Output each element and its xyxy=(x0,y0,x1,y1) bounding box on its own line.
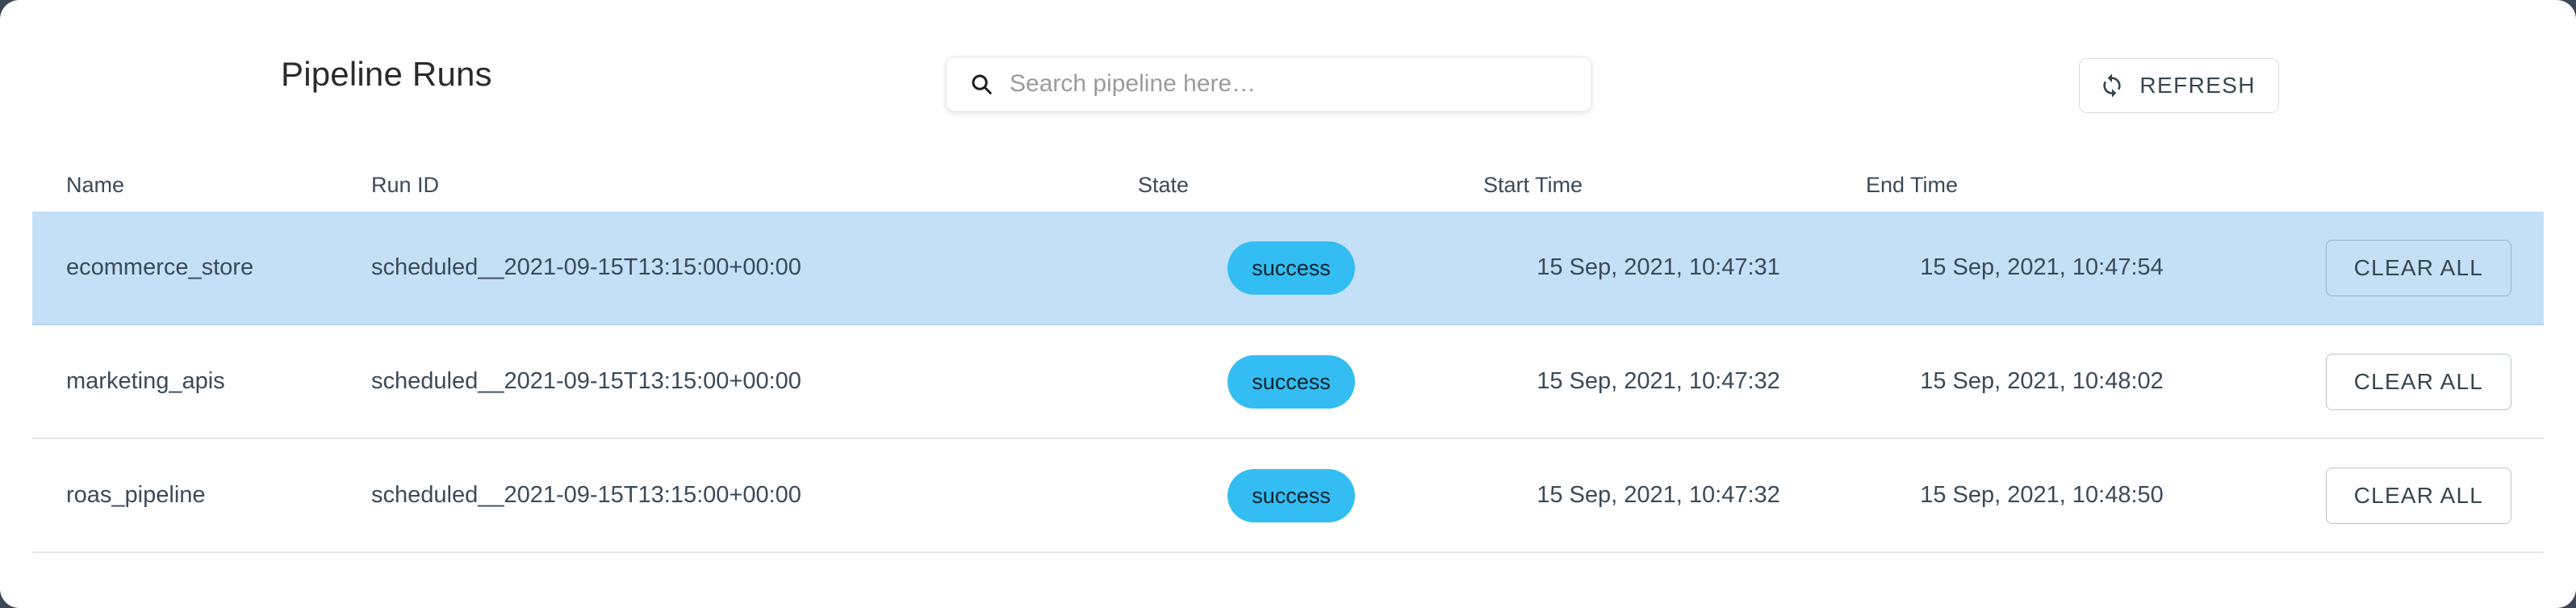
cell-actions: CLEAR ALL xyxy=(2235,467,2544,524)
column-header-run-id: Run ID xyxy=(371,172,440,197)
refresh-button[interactable]: REFRESH xyxy=(2079,58,2279,113)
clear-all-button[interactable]: CLEAR ALL xyxy=(2325,239,2511,296)
cell-state: success xyxy=(1114,468,1469,522)
cell-actions: CLEAR ALL xyxy=(2235,353,2544,410)
page-title: Pipeline Runs xyxy=(281,55,492,93)
column-header-name: Name xyxy=(66,172,125,197)
cell-run-id: scheduled__2021-09-15T13:15:00+00:00 xyxy=(371,368,801,394)
cell-state: success xyxy=(1114,354,1469,409)
cell-start-time: 15 Sep, 2021, 10:47:32 xyxy=(1537,368,1780,394)
table-row[interactable]: roas_pipeline scheduled__2021-09-15T13:15… xyxy=(32,439,2544,553)
status-badge[interactable]: success xyxy=(1227,468,1355,522)
cell-end-time: 15 Sep, 2021, 10:47:54 xyxy=(1920,254,2164,280)
column-header-state: State xyxy=(1138,172,1190,197)
search-field[interactable] xyxy=(946,57,1591,111)
table-row[interactable]: ecommerce_store scheduled__2021-09-15T13:… xyxy=(32,212,2544,325)
cell-actions: CLEAR ALL xyxy=(2235,239,2544,296)
refresh-button-label: REFRESH xyxy=(2139,73,2256,98)
cell-run-id: scheduled__2021-09-15T13:15:00+00:00 xyxy=(371,254,801,280)
cell-end-time: 15 Sep, 2021, 10:48:02 xyxy=(1920,368,2164,394)
pipeline-runs-card: Pipeline Runs REFRESH Name R xyxy=(0,0,2576,608)
status-badge[interactable]: success xyxy=(1227,354,1355,409)
refresh-icon xyxy=(2099,73,2125,99)
table-body: ecommerce_store scheduled__2021-09-15T13:… xyxy=(32,212,2544,553)
cell-name: ecommerce_store xyxy=(66,254,254,280)
cell-start-time: 15 Sep, 2021, 10:47:31 xyxy=(1537,254,1780,280)
search-icon xyxy=(969,72,993,96)
clear-all-button[interactable]: CLEAR ALL xyxy=(2325,353,2511,410)
cell-name: marketing_apis xyxy=(66,368,225,394)
cell-name: roas_pipeline xyxy=(66,482,206,508)
toolbar: Pipeline Runs REFRESH xyxy=(0,0,2576,158)
cell-state: success xyxy=(1114,241,1469,295)
clear-all-button[interactable]: CLEAR ALL xyxy=(2325,467,2511,524)
cell-end-time: 15 Sep, 2021, 10:48:50 xyxy=(1920,482,2164,508)
cell-start-time: 15 Sep, 2021, 10:47:32 xyxy=(1537,482,1780,508)
cell-run-id: scheduled__2021-09-15T13:15:00+00:00 xyxy=(371,482,801,508)
search-input[interactable] xyxy=(1010,57,1591,111)
pipeline-runs-table: Name Run ID State Start Time End Time ec… xyxy=(32,158,2544,553)
column-header-end-time: End Time xyxy=(1866,172,1959,197)
table-row[interactable]: marketing_apis scheduled__2021-09-15T13:1… xyxy=(32,325,2544,439)
status-badge[interactable]: success xyxy=(1227,241,1355,295)
column-header-start-time: Start Time xyxy=(1483,172,1583,197)
table-header-row: Name Run ID State Start Time End Time xyxy=(32,158,2544,212)
